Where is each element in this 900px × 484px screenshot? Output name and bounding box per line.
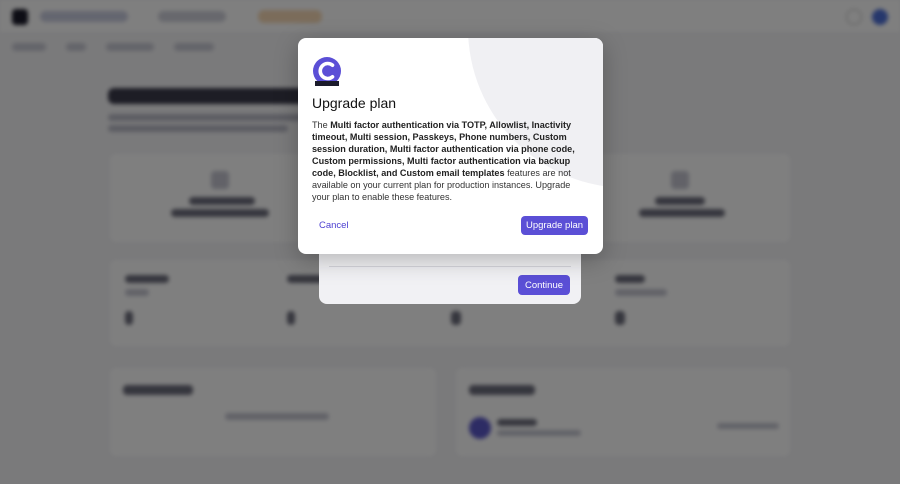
message-prefix: The (312, 120, 328, 130)
divider (329, 266, 571, 267)
modal-message: The Multi factor authentication via TOTP… (312, 119, 589, 203)
modal-title: Upgrade plan (312, 95, 397, 111)
cancel-button[interactable]: Cancel (312, 216, 354, 234)
upgrade-plan-button[interactable]: Upgrade plan (521, 216, 588, 235)
upgrade-plan-modal: Upgrade plan The Multi factor authentica… (298, 38, 603, 254)
logto-logo-icon (313, 57, 341, 86)
continue-button[interactable]: Continue (518, 275, 570, 295)
